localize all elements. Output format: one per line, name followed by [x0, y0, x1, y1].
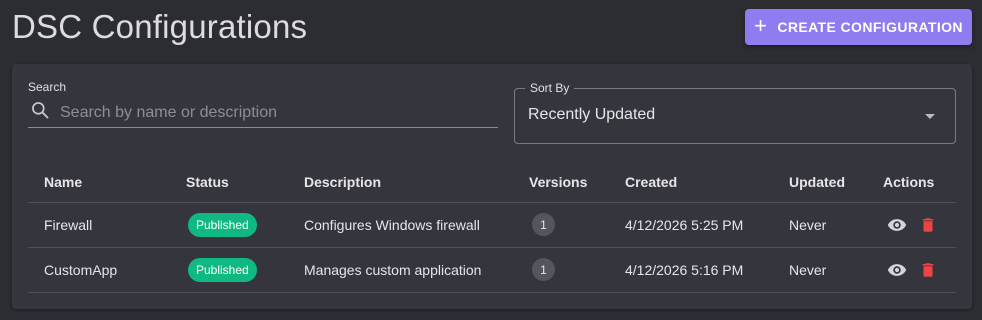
column-header-description[interactable]: Description	[288, 162, 513, 203]
column-header-updated[interactable]: Updated	[773, 162, 867, 203]
column-header-status[interactable]: Status	[170, 162, 288, 203]
sort-label: Sort By	[525, 81, 575, 95]
table-row[interactable]: CustomApp Published Manages custom appli…	[28, 247, 956, 293]
updated-date: Never	[773, 202, 867, 248]
table-row[interactable]: Firewall Published Configures Windows fi…	[28, 202, 956, 248]
search-input[interactable]	[60, 103, 490, 122]
create-configuration-button[interactable]: + CREATE CONFIGURATION	[745, 9, 972, 45]
config-description: Configures Windows firewall	[288, 202, 513, 248]
search-icon	[28, 100, 50, 125]
config-name: Firewall	[28, 202, 170, 248]
trash-icon[interactable]	[919, 216, 937, 234]
sort-value: Recently Updated	[528, 106, 656, 123]
status-badge: Published	[188, 257, 257, 282]
column-header-actions: Actions	[867, 162, 956, 203]
created-date: 4/12/2026 5:25 PM	[609, 202, 773, 248]
updated-date: Never	[773, 247, 867, 293]
configurations-table: Name Status Description Versions Created…	[28, 162, 956, 293]
row-actions	[883, 260, 956, 280]
versions-count: 1	[532, 258, 555, 281]
configurations-card: Search Sort By Recently Updated Name Sta…	[12, 64, 972, 309]
sort-select[interactable]: Sort By Recently Updated	[514, 81, 956, 144]
search-label: Search	[28, 80, 67, 94]
eye-icon[interactable]	[887, 260, 907, 280]
row-actions	[883, 215, 956, 235]
eye-icon[interactable]	[887, 215, 907, 235]
status-badge: Published	[188, 212, 257, 237]
search-field[interactable]	[28, 98, 498, 128]
versions-count: 1	[532, 213, 555, 236]
column-header-created[interactable]: Created	[609, 162, 773, 203]
created-date: 4/12/2026 5:16 PM	[609, 247, 773, 293]
config-name: CustomApp	[28, 247, 170, 293]
trash-icon[interactable]	[919, 261, 937, 279]
plus-icon: +	[754, 13, 768, 38]
chevron-down-icon	[925, 114, 935, 119]
table-header-row: Name Status Description Versions Created…	[28, 162, 956, 203]
create-configuration-label: CREATE CONFIGURATION	[777, 19, 963, 35]
column-header-versions[interactable]: Versions	[513, 162, 609, 203]
page-title: DSC Configurations	[12, 8, 308, 45]
column-header-name[interactable]: Name	[28, 162, 170, 203]
config-description: Manages custom application	[288, 247, 513, 293]
